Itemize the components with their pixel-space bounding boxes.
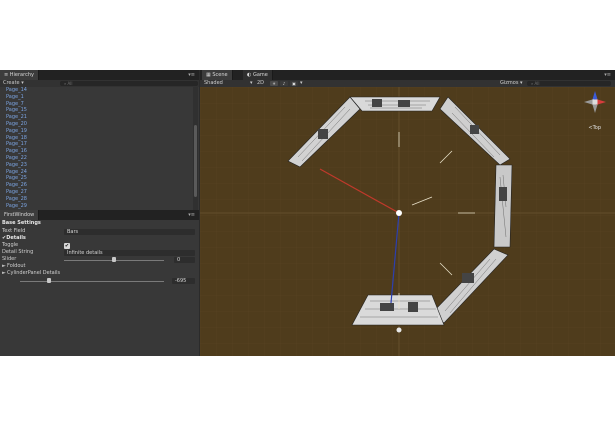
detail-string-label: Detail String (2, 249, 34, 255)
hierarchy-item[interactable]: Page_26 (0, 182, 193, 189)
hierarchy-item[interactable]: Page_27 (0, 189, 193, 196)
details-toggle[interactable]: ✔Details (2, 235, 26, 242)
audio-toggle-icon[interactable]: ♪ (280, 81, 288, 86)
tab-game[interactable]: ◐ Game (243, 70, 273, 80)
2d-toggle[interactable]: 2D (257, 80, 264, 87)
panel-menu-icon[interactable]: ▾≡ (188, 210, 195, 220)
2d-label: 2D (257, 80, 265, 86)
second-slider-track[interactable] (20, 280, 164, 282)
perspective-text: Top (592, 125, 601, 131)
hierarchy-tabbar: ≡ Hierarchy ▾≡ (0, 70, 199, 80)
text-field-input[interactable]: Bars (64, 228, 195, 235)
camera-gizmo-icon[interactable] (396, 327, 402, 333)
perspective-label[interactable]: <Top (588, 125, 601, 131)
hierarchy-item[interactable]: Page_22 (0, 155, 193, 162)
scene-panel: ▦ Scene ◐ Game ▾≡ Shaded ▾ 2D ☀ ♪ ▣ ▾ Gi… (200, 70, 615, 356)
dropdown-arrow-icon: ▾ (21, 80, 24, 86)
hierarchy-item[interactable]: Page_20 (0, 121, 193, 128)
base-settings-heading: Base Settings (2, 220, 41, 226)
second-slider-thumb[interactable] (46, 278, 51, 283)
scene-search-placeholder: All (534, 81, 540, 86)
toggle-checkbox[interactable]: ✔ (64, 242, 70, 249)
panel-menu-icon[interactable]: ▾≡ (604, 70, 611, 80)
unity-editor: ≡ Hierarchy ▾≡ Create ▾ ⌕ All Page_14 Pag… (0, 70, 615, 356)
page-panel (349, 96, 441, 112)
hierarchy-item[interactable]: Page_21 (0, 114, 193, 121)
hierarchy-item[interactable]: Page_29 (0, 203, 193, 210)
hierarchy-item[interactable]: Page_23 (0, 162, 193, 169)
tab-scene[interactable]: ▦ Scene (202, 70, 233, 80)
scene-viewport[interactable]: <Top (200, 87, 615, 356)
hierarchy-toolbar: Create ▾ ⌕ All (0, 80, 199, 87)
left-panel: ≡ Hierarchy ▾≡ Create ▾ ⌕ All Page_14 Pag… (0, 70, 199, 356)
scene-toolbar: Shaded ▾ 2D ☀ ♪ ▣ ▾ Gizmos ▾ ⌕ All (200, 80, 615, 87)
checkmark-icon: ✔ (64, 242, 70, 249)
cylinder-panel-foldout[interactable]: ►CylinderPanel Details (2, 270, 60, 277)
panel-menu-icon[interactable]: ▾≡ (188, 70, 195, 80)
hierarchy-item[interactable]: Page_14 (0, 87, 193, 94)
scene-tab-label: Scene (212, 72, 228, 78)
gizmo-center-cube-icon (592, 99, 598, 105)
tab-firstwindow[interactable]: FirstWindow (0, 210, 40, 220)
create-button-label: Create (3, 80, 20, 86)
toggle-label: Toggle (2, 242, 19, 248)
hierarchy-search-input[interactable]: ⌕ All (60, 81, 198, 86)
page-panel (351, 294, 445, 326)
shading-mode-dropdown[interactable]: Shaded (204, 80, 223, 87)
tab-hierarchy[interactable]: ≡ Hierarchy (0, 70, 39, 80)
slider-label: Slider (2, 256, 17, 262)
shading-dropdown-arrow-icon[interactable]: ▾ (250, 80, 253, 87)
hierarchy-item[interactable]: Page_16 (0, 148, 193, 155)
details-label: Details (6, 235, 26, 241)
hierarchy-item[interactable]: Page_15 (0, 107, 193, 114)
text-field-label: Text Field (2, 228, 26, 234)
effects-toggle-icon[interactable]: ▣ (290, 81, 298, 86)
firstwindow-properties: Base Settings Text Field Bars ✔Details T… (0, 220, 199, 350)
shading-mode-label: Shaded (204, 80, 223, 86)
hierarchy-item[interactable]: Page_1 (0, 94, 193, 101)
slider-thumb[interactable] (112, 257, 116, 262)
hierarchy-tab-label: Hierarchy (9, 72, 34, 78)
pivot-gizmo-icon[interactable] (396, 210, 402, 216)
search-placeholder: All (67, 81, 73, 86)
firstwindow-tabbar: FirstWindow ▾≡ (0, 210, 199, 220)
cylinder-panel-label: CylinderPanel Details (7, 270, 61, 276)
scene-canvas (200, 87, 615, 356)
foldout-toggle[interactable]: ►Foldout (2, 263, 26, 270)
foldout-label: Foldout (7, 263, 26, 269)
hierarchy-item[interactable]: Page_19 (0, 128, 193, 135)
hierarchy-item[interactable]: Page_25 (0, 175, 193, 182)
hierarchy-list: Page_14 Page_1 Page_7 Page_15 Page_21 Page_20… (0, 87, 193, 211)
gizmos-label: Gizmos (500, 80, 519, 86)
create-button[interactable]: Create ▾ (3, 80, 24, 87)
scrollbar-thumb[interactable] (194, 125, 197, 197)
slider-value-field[interactable]: 0 (174, 256, 195, 263)
hierarchy-item[interactable]: Page_18 (0, 135, 193, 142)
second-slider-value-field[interactable]: -695 (172, 277, 195, 284)
lighting-toggle-icon[interactable]: ☀ (270, 81, 278, 86)
detail-string-input[interactable]: Infinite details (64, 249, 195, 256)
effects-dropdown-arrow-icon[interactable]: ▾ (300, 80, 303, 87)
hierarchy-item[interactable]: Page_28 (0, 196, 193, 203)
hierarchy-item[interactable]: Page_17 (0, 141, 193, 148)
hierarchy-scrollbar[interactable] (193, 87, 198, 211)
gizmos-dropdown[interactable]: Gizmos ▾ (500, 80, 523, 87)
hierarchy-item[interactable]: Page_24 (0, 169, 193, 176)
firstwindow-tab-label: FirstWindow (4, 212, 35, 218)
scene-search-input[interactable]: ⌕ All (527, 81, 611, 86)
game-tab-label: Game (252, 72, 268, 78)
hierarchy-item[interactable]: Page_7 (0, 101, 193, 108)
scene-tabbar: ▦ Scene ◐ Game ▾≡ (200, 70, 615, 80)
